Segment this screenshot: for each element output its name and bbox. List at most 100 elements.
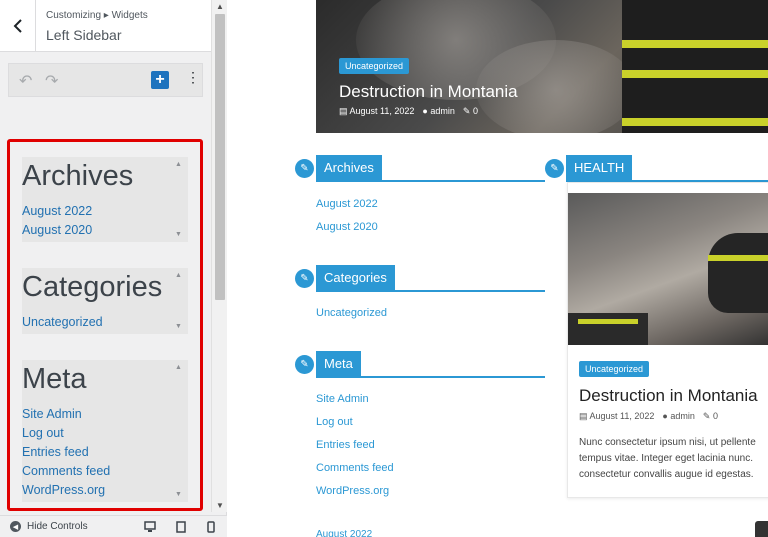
breadcrumb: Customizing ▸ Widgets <box>46 10 148 21</box>
meta-link[interactable]: Entries feed <box>22 443 188 462</box>
tablet-preview-icon[interactable] <box>175 521 187 533</box>
archive-link[interactable]: August 2022 <box>22 202 188 221</box>
excerpt-line: Nunc consectetur ipsum nisi, ut pellente <box>579 437 756 448</box>
widget-title: Categories <box>22 271 163 303</box>
scroll-to-top-button[interactable] <box>755 521 768 537</box>
comment-icon: ✎ <box>702 411 711 421</box>
post-comments[interactable]: ✎ 0 <box>463 106 478 117</box>
panel-title: Left Sidebar <box>46 27 122 43</box>
scroll-thumb[interactable] <box>215 14 225 300</box>
hide-controls-label: Hide Controls <box>27 521 88 532</box>
health-post-card[interactable]: Uncategorized Destruction in Montania ▤ … <box>567 182 768 498</box>
widget-scroll[interactable]: ▲ ▼ <box>175 268 185 334</box>
scroll-down-arrow-icon[interactable]: ▼ <box>175 231 182 238</box>
reflective-stripe <box>622 118 768 126</box>
customizer-footer: ◀ Hide Controls <box>0 515 227 537</box>
user-icon: ● <box>662 411 668 421</box>
edit-pencil-icon[interactable]: ✎ <box>295 269 314 288</box>
customizer-header: Customizing ▸ Widgets Left Sidebar <box>0 0 211 52</box>
post-meta: ▤ August 11, 2022 ● admin ✎ 0 <box>339 106 478 117</box>
post-author[interactable]: ● admin <box>662 411 694 422</box>
mobile-preview-icon[interactable] <box>205 521 217 533</box>
widget-title: Meta <box>22 363 87 395</box>
heading-underline <box>316 180 545 182</box>
post-image-firefighter <box>708 233 768 313</box>
scroll-up-arrow-icon[interactable]: ▲ <box>175 364 182 371</box>
meta-link[interactable]: Comments feed <box>316 462 394 474</box>
widget-scroll[interactable]: ▲ ▼ <box>175 360 185 502</box>
edit-pencil-icon[interactable]: ✎ <box>545 159 564 178</box>
widget-meta[interactable]: Meta Site Admin Log out Entries feed Com… <box>22 360 188 502</box>
archive-link[interactable]: August 2020 <box>22 221 188 240</box>
scroll-down-arrow-icon[interactable]: ▼ <box>216 501 224 510</box>
post-date[interactable]: ▤ August 11, 2022 <box>339 106 414 117</box>
add-block-button[interactable]: + <box>151 71 169 89</box>
meta-link[interactable]: Comments feed <box>22 462 188 481</box>
post-meta: ▤ August 11, 2022 ● admin ✎ 0 <box>579 411 718 422</box>
widget-heading-categories: ✎ Categories <box>295 265 545 292</box>
post-image-firefighter <box>568 313 648 345</box>
site-preview: Uncategorized Destruction in Montania ▤ … <box>228 0 768 537</box>
hero-image-firefighter <box>622 0 768 133</box>
calendar-icon: ▤ <box>339 106 348 116</box>
widget-heading-meta: ✎ Meta <box>295 351 545 378</box>
meta-link[interactable]: WordPress.org <box>22 481 188 500</box>
post-comments[interactable]: ✎ 0 <box>703 411 718 422</box>
widget-title: Categories <box>316 265 395 290</box>
reflective-stripe <box>578 319 638 324</box>
hide-controls-button[interactable]: ◀ Hide Controls <box>10 521 88 532</box>
more-options-icon[interactable]: ⋮ <box>186 69 200 86</box>
chevron-left-icon <box>13 19 22 33</box>
customizer-panel: Customizing ▸ Widgets Left Sidebar ▲ ▼ ↶… <box>0 0 227 537</box>
widget-categories[interactable]: Categories Uncategorized ▲ ▼ <box>22 268 188 334</box>
post-title[interactable]: Destruction in Montania <box>579 386 758 406</box>
reflective-stripe <box>622 70 768 78</box>
desktop-preview-icon[interactable] <box>144 521 156 533</box>
redo-icon[interactable]: ↷ <box>45 71 58 91</box>
archive-link[interactable]: August 2020 <box>316 221 378 233</box>
scroll-down-arrow-icon[interactable]: ▼ <box>175 491 182 498</box>
excerpt-line: consectetur convallis augue id egestas. <box>579 469 754 480</box>
post-excerpt: Nunc consectetur ipsum nisi, ut pellente… <box>579 435 768 483</box>
widget-heading-archives: ✎ Archives <box>295 155 545 182</box>
comment-icon: ✎ <box>462 106 471 116</box>
collapse-icon: ◀ <box>10 521 21 532</box>
reflective-stripe <box>622 40 768 48</box>
meta-link[interactable]: WordPress.org <box>316 485 389 497</box>
widget-title: Archives <box>316 155 382 180</box>
scroll-up-arrow-icon[interactable]: ▲ <box>175 272 182 279</box>
widget-scroll[interactable]: ▲ ▼ <box>175 157 185 242</box>
meta-link[interactable]: Log out <box>316 416 353 428</box>
meta-link[interactable]: Site Admin <box>316 393 369 405</box>
widget-heading-health: ✎ HEALTH <box>545 155 768 182</box>
back-button[interactable] <box>0 0 36 52</box>
panel-scrollbar[interactable]: ▲ ▼ <box>211 0 227 512</box>
hero-post[interactable]: Uncategorized Destruction in Montania ▤ … <box>316 0 768 133</box>
post-author[interactable]: ● admin <box>422 106 454 117</box>
category-tag[interactable]: Uncategorized <box>579 361 650 377</box>
meta-link[interactable]: Site Admin <box>22 405 188 424</box>
category-link[interactable]: Uncategorized <box>22 313 188 332</box>
scroll-down-arrow-icon[interactable]: ▼ <box>175 323 182 330</box>
scroll-up-arrow-icon[interactable]: ▲ <box>175 161 182 168</box>
reflective-stripe <box>708 255 768 261</box>
scroll-up-arrow-icon[interactable]: ▲ <box>216 2 224 11</box>
meta-link[interactable]: Entries feed <box>316 439 375 451</box>
block-toolbar: ↶ ↷ + ⋮ <box>8 63 203 97</box>
undo-icon[interactable]: ↶ <box>19 71 32 91</box>
edit-pencil-icon[interactable]: ✎ <box>295 159 314 178</box>
widget-title: Archives <box>22 160 134 192</box>
category-tag[interactable]: Uncategorized <box>339 58 410 74</box>
archive-link[interactable]: August 2022 <box>316 529 372 537</box>
meta-link[interactable]: Log out <box>22 424 188 443</box>
post-title[interactable]: Destruction in Montania <box>339 82 518 102</box>
widget-archives[interactable]: Archives August 2022 August 2020 ▲ ▼ <box>22 157 188 242</box>
category-link[interactable]: Uncategorized <box>316 307 387 319</box>
post-date[interactable]: ▤ August 11, 2022 <box>579 411 654 422</box>
heading-underline <box>316 376 545 378</box>
edit-pencil-icon[interactable]: ✎ <box>295 355 314 374</box>
heading-underline <box>316 290 545 292</box>
post-image[interactable] <box>568 193 768 345</box>
archive-link[interactable]: August 2022 <box>316 198 378 210</box>
user-icon: ● <box>422 106 428 116</box>
